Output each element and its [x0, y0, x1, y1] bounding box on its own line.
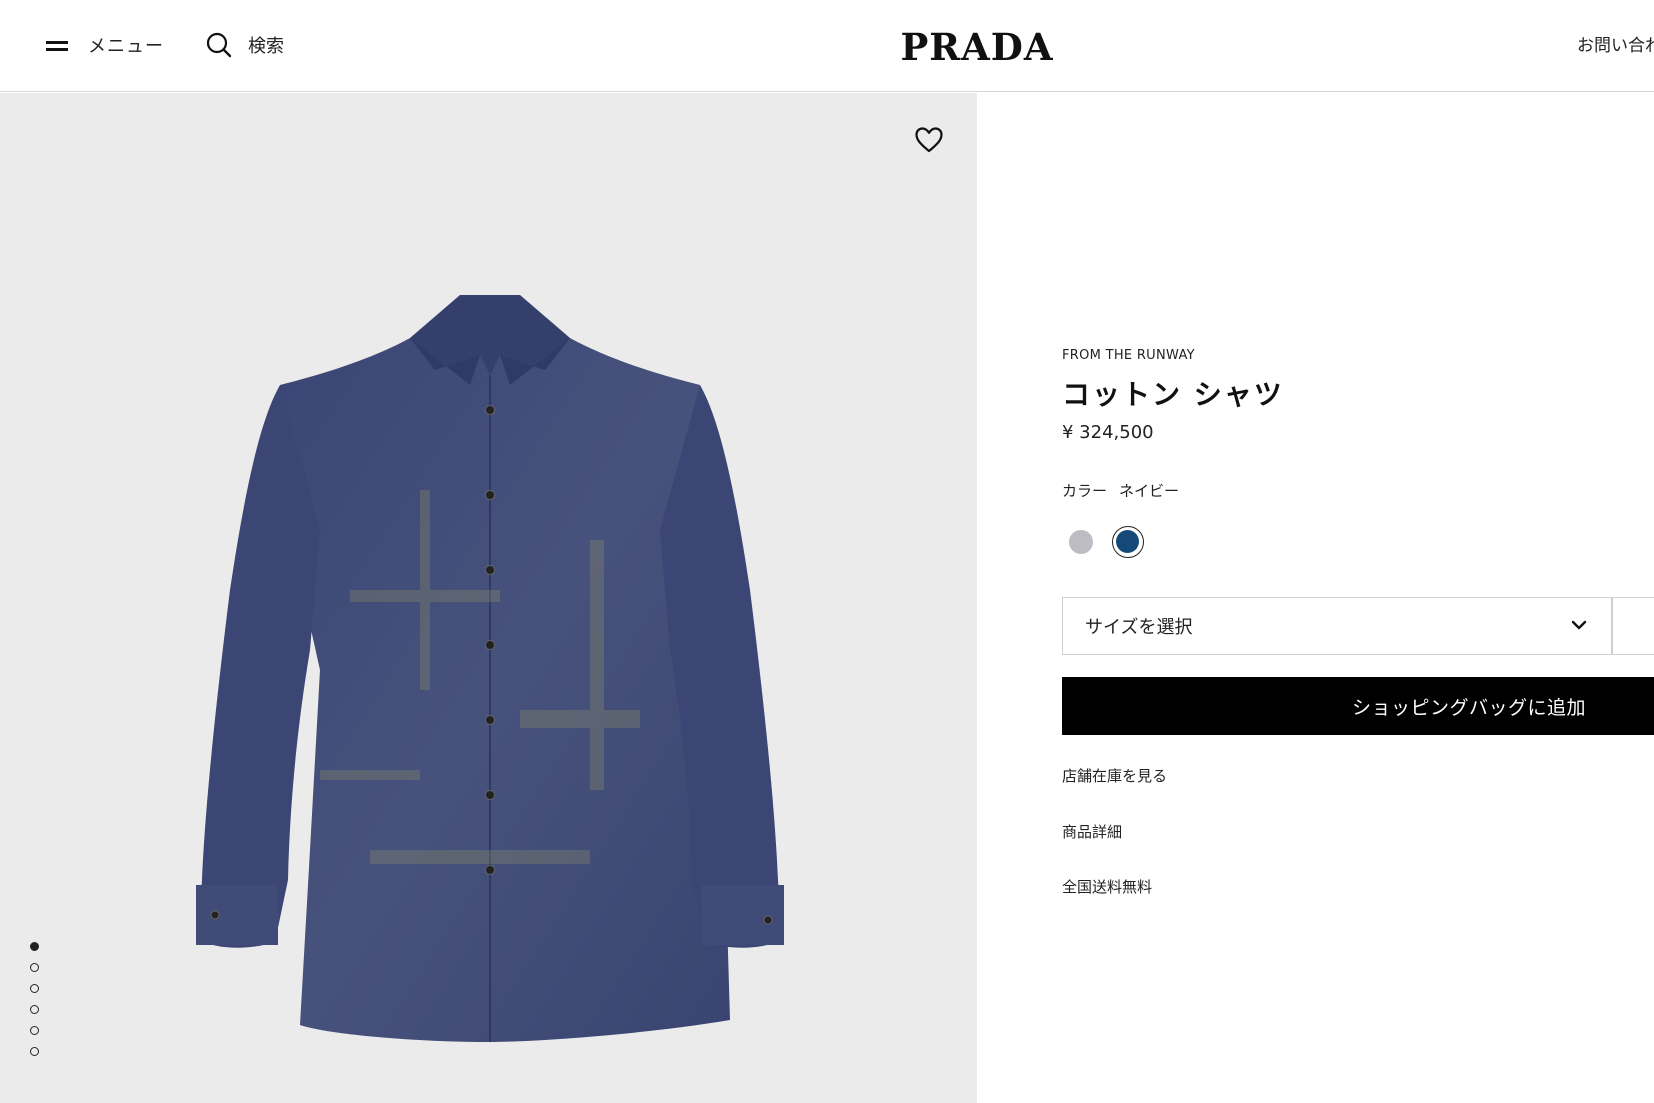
add-to-bag-button[interactable]: ショッピングバッグに追加: [1062, 677, 1654, 735]
contact-link[interactable]: お問い合わ: [1577, 31, 1654, 56]
pagination-dot[interactable]: [30, 1026, 39, 1035]
logo-text: PRADA: [900, 25, 1053, 68]
free-shipping-link[interactable]: 全国送料無料: [1062, 876, 1152, 897]
pagination-dot[interactable]: [30, 1005, 39, 1014]
color-label: カラー: [1062, 482, 1108, 500]
search-label: 検索: [248, 36, 284, 57]
product-details-link[interactable]: 商品詳細: [1062, 821, 1122, 842]
color-swatch-navy[interactable]: [1112, 526, 1144, 558]
pagination-dot[interactable]: [30, 1047, 39, 1056]
color-swatch-navy-fill: [1116, 530, 1139, 553]
product-image[interactable]: [170, 290, 810, 1060]
site-header: メニュー 検索 PRADA お問い合わ: [0, 0, 1654, 92]
store-stock-link[interactable]: 店舗在庫を見る: [1062, 765, 1167, 786]
size-guide-button[interactable]: [1612, 597, 1654, 655]
menu-icon: [44, 37, 70, 53]
add-to-bag-label: ショッピングバッグに追加: [1352, 696, 1587, 719]
pagination-dot[interactable]: [30, 984, 39, 993]
chevron-down-icon: [1571, 620, 1587, 630]
color-value: ネイビー: [1119, 482, 1180, 500]
size-select[interactable]: サイズを選択: [1062, 597, 1612, 655]
menu-label: メニュー: [88, 36, 164, 57]
product-price: ¥ 324,500: [1062, 422, 1154, 443]
search-icon: [206, 32, 232, 58]
prada-logo[interactable]: PRADA: [893, 22, 1061, 68]
product-title: コットン シャツ: [1062, 378, 1284, 411]
pagination-dot[interactable]: [30, 963, 39, 972]
menu-button[interactable]: メニュー: [44, 28, 164, 62]
size-select-label: サイズを選択: [1085, 617, 1193, 638]
search-button[interactable]: 検索: [206, 28, 284, 62]
color-info: カラー ネイビー: [1062, 480, 1179, 501]
image-pagination: [30, 942, 42, 1068]
product-collection-label: FROM THE RUNWAY: [1062, 348, 1195, 363]
pagination-dot[interactable]: [30, 942, 39, 951]
wishlist-heart-icon[interactable]: [914, 126, 944, 154]
color-swatch-grey[interactable]: [1069, 530, 1093, 554]
